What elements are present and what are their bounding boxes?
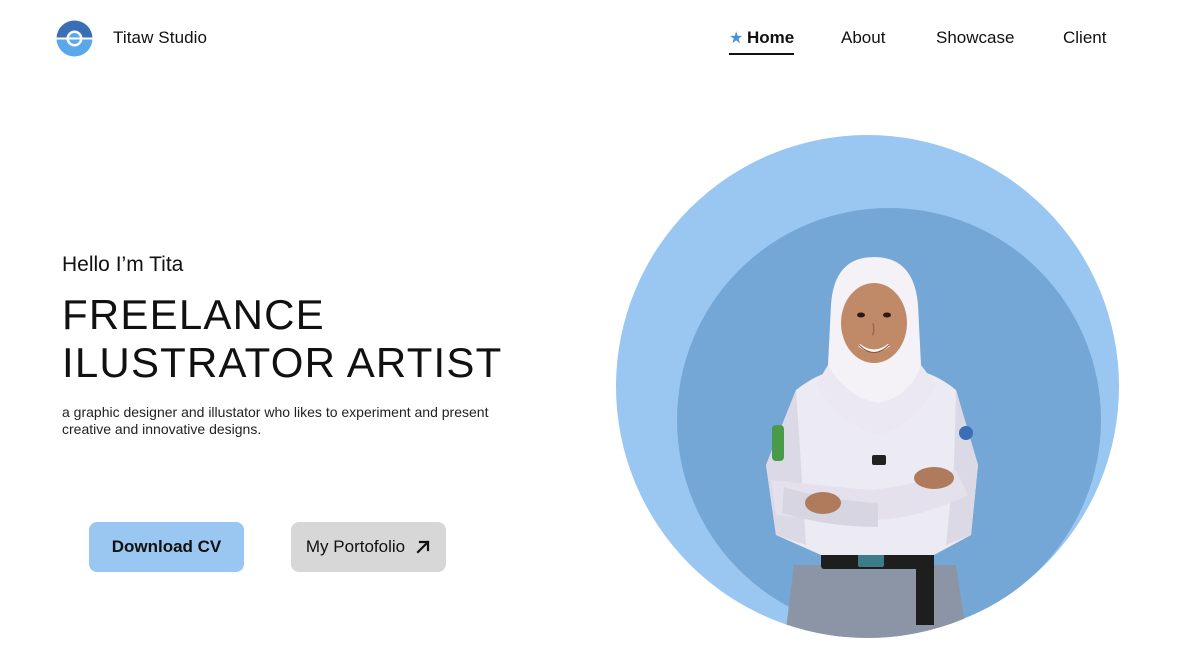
portfolio-label: My Portofolio [305, 537, 406, 556]
hero-headline: FREELANCE ILUSTRATOR ARTIST [62, 291, 502, 387]
nav-item-client[interactable]: Client [1063, 28, 1106, 48]
star-icon: ★ [729, 29, 744, 47]
hero-portrait-figure [616, 135, 1119, 638]
portfolio-button[interactable]: My Portofolio [291, 522, 446, 572]
hero-headline-line1: FREELANCE [62, 291, 325, 338]
main-nav: ★ Home About Showcase Client [0, 28, 1190, 58]
hero-description: a graphic designer and illustator who li… [62, 404, 489, 437]
nav-item-home[interactable]: ★ Home [729, 28, 795, 55]
download-cv-button[interactable]: Download CV [89, 522, 244, 572]
arrow-up-right-icon [415, 539, 431, 555]
landing-page: Titaw Studio ★ Home About Showcase Clien… [0, 0, 1190, 658]
nav-item-showcase[interactable]: Showcase [936, 28, 1014, 48]
portrait-photo [616, 135, 1119, 638]
hero-headline-line2: ILUSTRATOR ARTIST [62, 339, 503, 386]
nav-item-home-label: Home [747, 28, 795, 47]
download-cv-label: Download CV [111, 537, 222, 556]
nav-item-about[interactable]: About [841, 28, 885, 48]
hero-greeting: Hello I’m Tita [62, 253, 184, 276]
